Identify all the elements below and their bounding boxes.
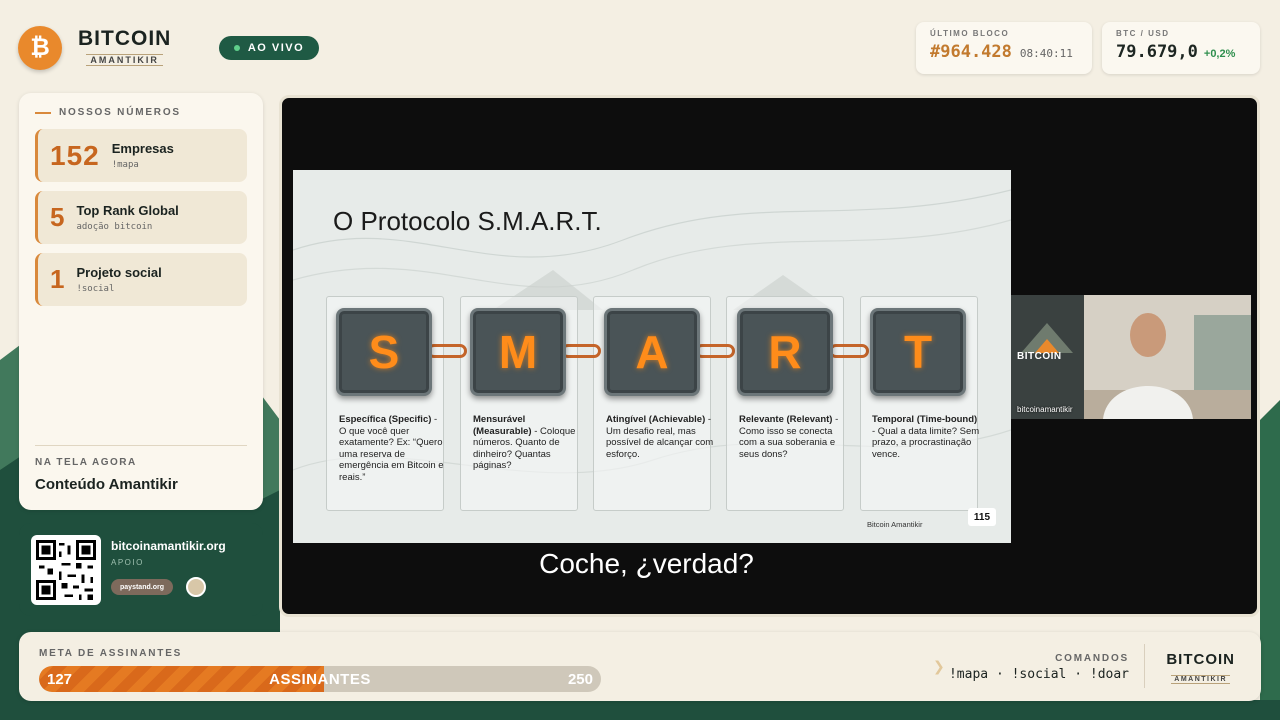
slide-page-number: 115 [968, 508, 996, 526]
price-value: 79.679,0 [1116, 42, 1198, 62]
support-card: bitcoinamantikir.org APOIO paystand.org [19, 523, 263, 616]
chain-link-icon [695, 344, 735, 358]
footer-brand-title: BITCOIN [1166, 651, 1235, 668]
column-text-relevant: Relevante (Relevant) - Como isso se cone… [739, 414, 839, 460]
stat-name: Top Rank Global [76, 203, 179, 218]
subscriber-progress-bar: ASSINANTES 127 250 [39, 666, 601, 692]
price-label: BTC / USD [1116, 29, 1170, 38]
brand: ₿ BITCOIN AMANTIKIR [18, 26, 171, 70]
brand-subtitle: AMANTIKIR [86, 54, 163, 66]
column-text-achievable: Atingível (Achievable) - Um desafio real… [606, 414, 714, 460]
webcam-person [1103, 313, 1193, 419]
live-subtitle: Coche, ¿verdad? [539, 548, 754, 579]
footer-brand: BITCOIN AMANTIKIR [1166, 652, 1235, 686]
progress-center-label: ASSINANTES [269, 671, 371, 688]
chain-link-icon [427, 344, 467, 358]
numbers-panel: NOSSOS NÚMEROS 152 Empresas !mapa 5 Top … [19, 93, 263, 510]
video-frame: O Protocolo S.M.A.R.T. S M A R T Específ… [279, 95, 1260, 617]
progress-max: 250 [567, 671, 593, 688]
now-playing-value: Conteúdo Amantikir [35, 476, 178, 493]
stat-projeto-social: 1 Projeto social !social [35, 253, 247, 306]
last-block-number: #964.428 [930, 42, 1012, 62]
stat-sub: adoção bitcoin [76, 222, 153, 232]
letter-block-m: M [470, 308, 566, 396]
stat-name: Projeto social [76, 265, 162, 280]
divider [1144, 644, 1145, 688]
last-block-time: 08:40:11 [1019, 47, 1073, 60]
letter-block-r: R [737, 308, 833, 396]
goal-label: META DE ASSINANTES [39, 648, 183, 659]
webcam-logo-text: BITCOIN [1017, 351, 1062, 362]
letter-block-s: S [336, 308, 432, 396]
live-label: AO VIVO [247, 42, 305, 54]
paystand-badge[interactable]: paystand.org [111, 579, 173, 595]
slide-title: O Protocolo S.M.A.R.T. [333, 206, 602, 236]
webcam-logo: BITCOIN [1011, 295, 1084, 419]
footer-brand-subtitle: AMANTIKIR [1171, 675, 1231, 684]
stat-empresas: 152 Empresas !mapa [35, 129, 247, 182]
progress-current: 127 [47, 671, 73, 688]
webcam-feed: BITCOIN bitcoinamantikir [1011, 295, 1251, 419]
webcam-name-label: bitcoinamantikir [1017, 405, 1073, 414]
letter-block-a: A [604, 308, 700, 396]
commands-label: COMANDOS [1055, 653, 1129, 664]
divider [35, 445, 247, 446]
presentation-slide: O Protocolo S.M.A.R.T. S M A R T Específ… [293, 170, 1011, 543]
column-text-specific: Específica (Specific) - O que você quer … [339, 414, 444, 483]
bottom-bar: META DE ASSINANTES ASSINANTES 127 250 ❯ … [19, 632, 1261, 701]
support-avatar [186, 577, 206, 597]
price-card: BTC / USD 79.679,0 +0,2% [1102, 22, 1260, 74]
slide-footer: Bitcoin Amantikir [867, 520, 923, 529]
brand-title: BITCOIN [78, 27, 172, 50]
live-badge: AO VIVO [219, 36, 319, 60]
support-label: APOIO [111, 558, 144, 567]
bitcoin-logo-icon: ₿ [18, 26, 62, 70]
chain-link-icon [561, 344, 601, 358]
stat-sub: !social [76, 284, 115, 294]
stat-top-rank: 5 Top Rank Global adoção bitcoin [35, 191, 247, 244]
price-change: +0,2% [1203, 48, 1236, 60]
numbers-title: NOSSOS NÚMEROS [35, 107, 247, 118]
commands-list: !mapa · !social · !doar [948, 667, 1129, 682]
column-text-timebound: Temporal (Time-bound) - Qual a data limi… [872, 414, 980, 460]
now-playing-label: NA TELA AGORA [35, 457, 137, 468]
last-block-label: ÚLTIMO BLOCO [930, 29, 1010, 38]
stat-value: 1 [50, 264, 65, 294]
column-text-measurable: Mensurável (Measurable) - Coloque número… [473, 414, 576, 471]
stat-value: 152 [50, 139, 100, 171]
support-site-link[interactable]: bitcoinamantikir.org [111, 539, 226, 553]
qr-code[interactable] [31, 535, 101, 605]
stat-name: Empresas [111, 141, 174, 156]
chain-link-icon [829, 344, 869, 358]
live-dot-icon [233, 45, 240, 51]
stat-value: 5 [50, 202, 65, 232]
chevron-right-icon: ❯ [933, 658, 945, 674]
stat-sub: !mapa [111, 160, 139, 170]
letter-block-t: T [870, 308, 966, 396]
last-block-card: ÚLTIMO BLOCO #964.428 08:40:11 [916, 22, 1092, 74]
